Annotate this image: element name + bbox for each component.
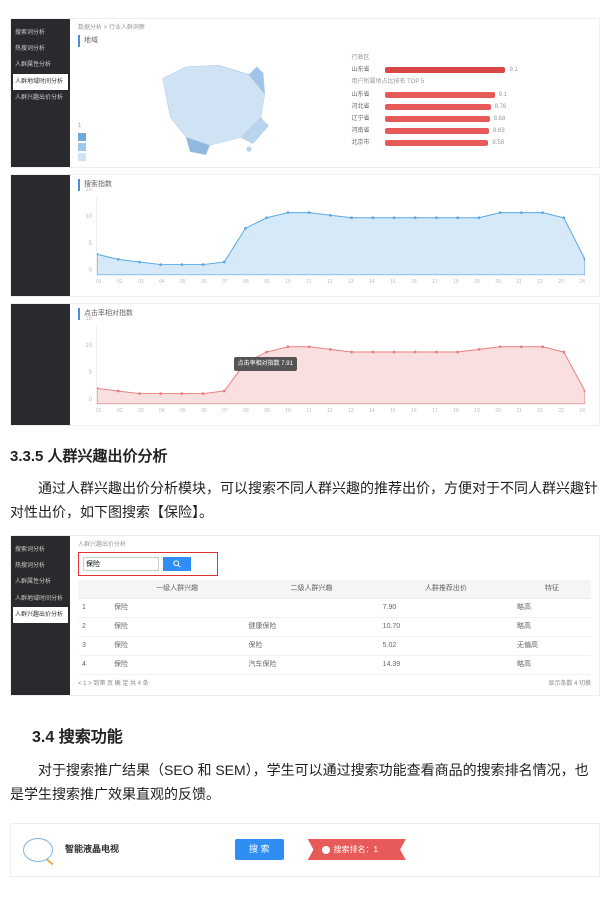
chart-title: 搜索指数 (78, 179, 591, 191)
breadcrumb: 数据分析 > 行业人群洞察 (78, 23, 591, 33)
table-row: 3保险保险5.02无偏高 (78, 636, 591, 655)
chart-tooltip: 点击率相对指数 7.91 (234, 357, 297, 371)
bar-fill (385, 92, 494, 98)
bar-fill (385, 116, 489, 122)
region-rank-bars: 行政区 山东省 9.1 用户所属地占比排名 TOP 5 山东省9.1河北省8.7… (351, 51, 591, 161)
table-row: 1保险7.90略高 (78, 599, 591, 618)
sidebar-item[interactable]: 人群兴趣出价分析 (13, 607, 68, 623)
bar-fill (385, 140, 488, 146)
table-header: 特征 (513, 580, 591, 598)
rank-badge: 搜索排名：1 (308, 839, 406, 861)
bar-label: 河北省 (351, 102, 385, 112)
region-bar-row: 河南省 8.63 (351, 126, 591, 136)
bar-value: 9.1 (499, 90, 507, 100)
table-pager[interactable]: < 1 > 到第 页 确 定 共 4 条 显示条数 4 切换 (78, 679, 591, 689)
heading-34: 3.4 搜索功能 (32, 724, 600, 751)
trophy-icon (322, 846, 330, 854)
section-label-region: 地域 (78, 35, 591, 47)
bid-table: 一级人群兴趣二级人群兴趣人群推荐出价特征 1保险7.90略高2保险健康保险10.… (78, 580, 591, 674)
region-bar-row: 北京市 8.58 (351, 138, 591, 148)
search-keyword: 智能液晶电视 (65, 842, 119, 857)
region-bar-row: 辽宁省 8.68 (351, 114, 591, 124)
bar-label: 河南省 (351, 126, 385, 136)
bar-label: 辽宁省 (351, 114, 385, 124)
table-header (78, 580, 110, 598)
search-icon (173, 560, 181, 568)
region-bar-row: 山东省 9.1 (351, 90, 591, 100)
search-bar-screenshot: 智能液晶电视 搜 索 搜索排名：1 (10, 823, 600, 877)
line-chart-red: 051015 点击率相对指数 7.91 01020304050607080910… (80, 324, 589, 419)
search-highlight-box (78, 552, 218, 576)
sidebar-item[interactable]: 人群属性分析 (13, 57, 68, 73)
breadcrumb: 人群兴趣出价分析 (78, 540, 591, 550)
chart-title: 点击率相对指数 (78, 308, 591, 320)
bar-fill (385, 104, 490, 110)
line-chart-red-panel: 点击率相对指数 051015 点击率相对指数 7.91 010203040506… (10, 303, 600, 426)
bar-value: 8.68 (494, 114, 506, 124)
bar-label: 山东省 (351, 90, 385, 100)
sidebar-item[interactable]: 搜索词分析 (13, 25, 68, 41)
bar-value: 9.1 (509, 65, 517, 75)
bar-value: 8.58 (492, 138, 504, 148)
sidebar-item[interactable]: 人群属性分析 (13, 574, 68, 590)
table-row: 4保险汽车保险14.39略高 (78, 655, 591, 674)
globe-search-icon (23, 838, 53, 862)
bar-label: 北京市 (351, 138, 385, 148)
bar-fill (385, 128, 489, 134)
search-button[interactable]: 搜 索 (235, 839, 284, 860)
sidebar-item[interactable]: 人群地域时间分析 (13, 591, 68, 607)
paragraph-34: 对于搜索推广结果（SEO 和 SEM），学生可以通过搜索功能查看商品的搜索排名情… (10, 759, 600, 807)
table-row: 2保险健康保险10.70略高 (78, 617, 591, 636)
sidebar-item[interactable]: 搜索词分析 (13, 542, 68, 558)
table-header: 人群推荐出价 (379, 580, 513, 598)
table-header: 一级人群兴趣 (110, 580, 244, 598)
line-chart-blue: 051015 010203040506070809101112131415161… (80, 195, 589, 290)
china-map: 1 (78, 51, 341, 161)
interest-search-button[interactable] (163, 557, 191, 571)
heading-335: 3.3.5 人群兴趣出价分析 (10, 444, 600, 470)
bar-label: 山东省 (351, 65, 385, 75)
map-legend: 1 (78, 121, 88, 161)
map-panel: 搜索词分析热搜词分析人群属性分析人群地域时间分析人群兴趣出价分析 数据分析 > … (10, 18, 600, 168)
region-bar-row: 河北省 8.76 (351, 102, 591, 112)
table-header: 二级人群兴趣 (244, 580, 378, 598)
sidebar-item[interactable]: 热搜词分析 (13, 558, 68, 574)
paragraph-335: 通过人群兴趣出价分析模块，可以搜索不同人群兴趣的推荐出价，方便对于不同人群兴趣针… (10, 477, 600, 525)
bar-fill (385, 67, 505, 73)
bar-value: 8.76 (495, 102, 507, 112)
sidebar: 搜索词分析热搜词分析人群属性分析人群地域时间分析人群兴趣出价分析 (11, 19, 70, 167)
interest-search-input[interactable] (83, 557, 159, 571)
line-chart-blue-panel: 搜索指数 051015 0102030405060708091011121314… (10, 174, 600, 297)
bid-table-panel: 搜索词分析热搜词分析人群属性分析人群地域时间分析人群兴趣出价分析 人群兴趣出价分… (10, 535, 600, 696)
bar-value: 8.63 (493, 126, 505, 136)
sidebar-item[interactable]: 人群地域时间分析 (13, 74, 68, 90)
sidebar-item[interactable]: 人群兴趣出价分析 (13, 90, 68, 106)
sidebar-item[interactable]: 热搜词分析 (13, 41, 68, 57)
